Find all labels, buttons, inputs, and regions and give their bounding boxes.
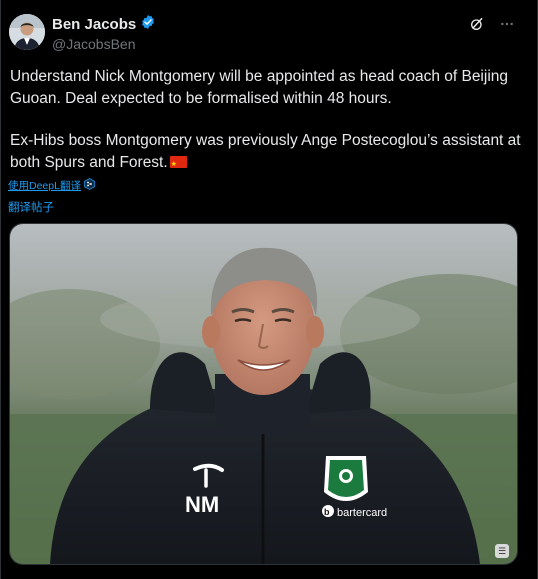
club-crest (324, 456, 368, 501)
translate-post-link[interactable]: 翻译帖子 (8, 199, 54, 215)
jacket-initials: NM (185, 492, 219, 517)
china-flag-icon (169, 154, 187, 176)
deepl-translate-link[interactable]: 使用DeepL翻译 (8, 178, 95, 193)
post-image[interactable]: NM b bartercard ☰ (9, 223, 518, 565)
post-actions (469, 16, 515, 37)
deepl-label: 使用DeepL翻译 (8, 180, 81, 192)
post-paragraph-2-text: Ex-Hibs boss Montgomery was previously A… (10, 132, 521, 171)
sponsor-text: bartercard (337, 507, 387, 519)
avatar[interactable] (9, 14, 45, 50)
post-paragraph-1: Understand Nick Montgomery will be appoi… (10, 68, 509, 107)
author-handle[interactable]: @JacobsBen (52, 36, 156, 52)
svg-text:b: b (324, 507, 330, 517)
grok-icon[interactable] (469, 16, 485, 37)
verified-icon (140, 14, 156, 35)
author-block: Ben Jacobs @JacobsBen (52, 14, 156, 52)
post-text: Understand Nick Montgomery will be appoi… (10, 66, 525, 176)
deepl-icon (84, 178, 95, 193)
post-paragraph-2: Ex-Hibs boss Montgomery was previously A… (10, 130, 525, 176)
coach-photo: NM b bartercard (10, 224, 517, 564)
image-corner-badge: ☰ (495, 544, 509, 558)
more-icon[interactable] (499, 16, 515, 37)
author-name[interactable]: Ben Jacobs (52, 16, 136, 33)
tweet-card: Ben Jacobs @JacobsBen Understand Nick Mo… (0, 0, 538, 579)
